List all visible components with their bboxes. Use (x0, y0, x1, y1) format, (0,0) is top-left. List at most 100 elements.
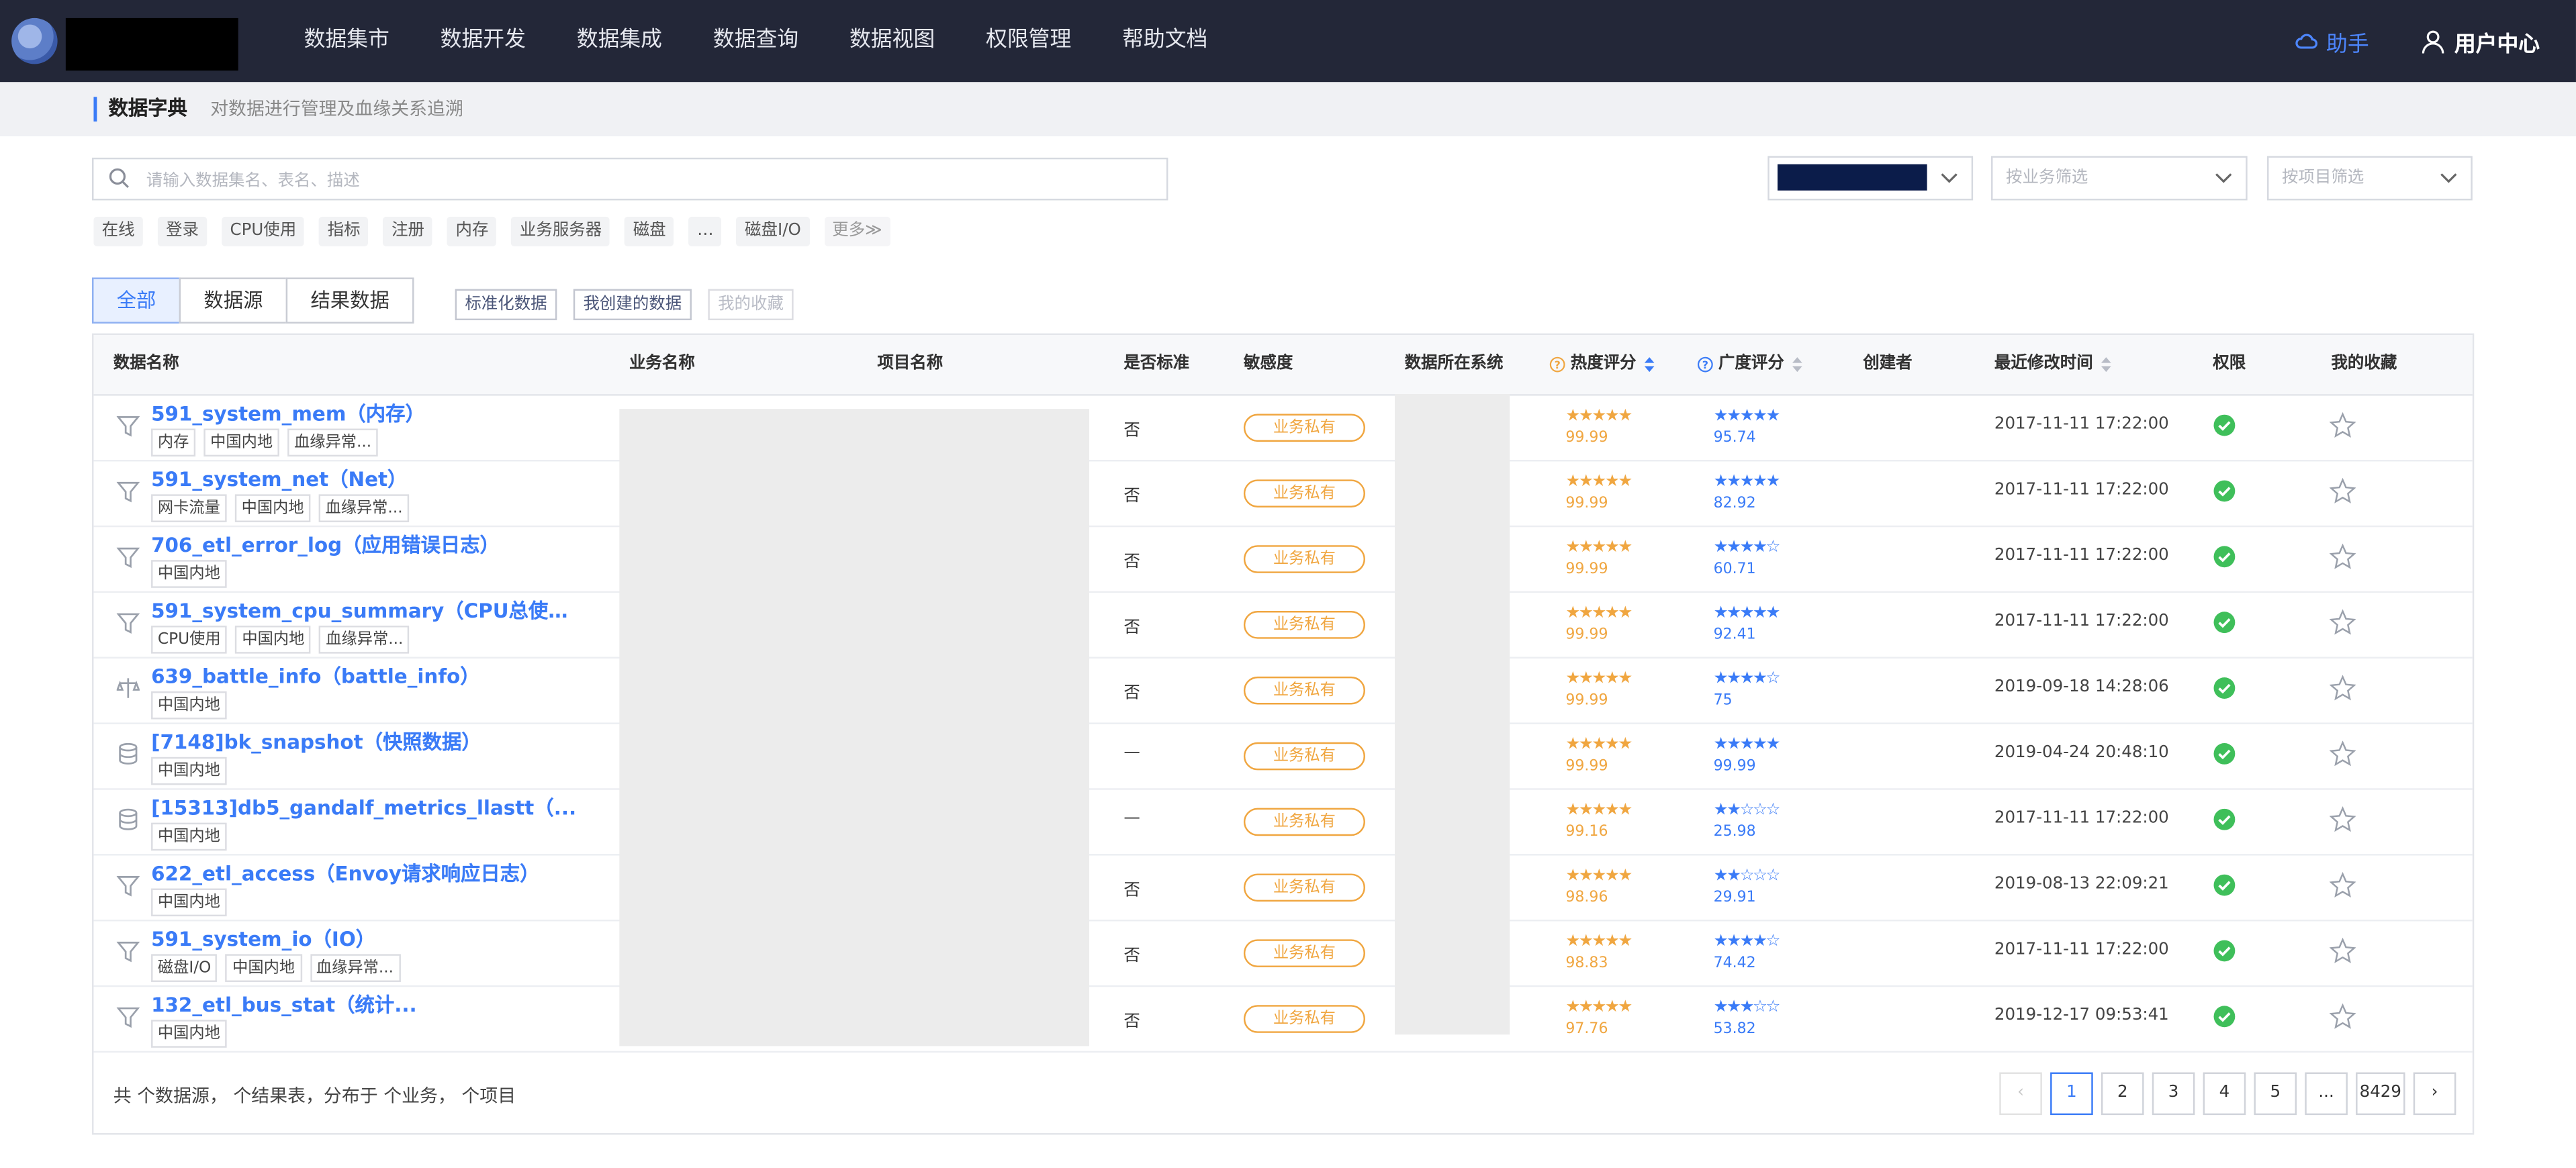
nav-item-market[interactable]: 数据集市 (304, 0, 389, 82)
nav-item-view[interactable]: 数据视图 (849, 0, 935, 82)
page-button[interactable]: 5 (2254, 1072, 2297, 1116)
dataset-name-link[interactable]: 591_system_cpu_summary（CPU总使用率） (151, 596, 582, 624)
row-tag[interactable]: 中国内地 (151, 822, 227, 851)
tag-disk[interactable]: 磁盘 (625, 216, 674, 246)
project-filter-select[interactable]: 按项目筛选 (2267, 156, 2473, 201)
breadth-stars: ★★★★☆ (1713, 538, 1781, 557)
page-button[interactable]: 2 (2101, 1072, 2144, 1116)
tab-result-data[interactable]: 结果数据 (285, 277, 414, 324)
col-mtime[interactable]: 最近修改时间 (1994, 335, 2113, 394)
star-outline-icon[interactable] (2329, 609, 2356, 636)
page-ellipsis[interactable]: ... (2305, 1072, 2348, 1116)
nav-item-help[interactable]: 帮助文档 (1122, 0, 1207, 82)
row-tag[interactable]: 中国内地 (151, 888, 227, 917)
user-center-button[interactable]: 用户中心 (2422, 26, 2540, 56)
tag-redacted[interactable]: … (688, 216, 722, 246)
dataset-name-link[interactable]: 639_battle_info（battle_info） (151, 662, 480, 690)
heat-score: 99.99 (1565, 759, 1608, 775)
filter-my-favorites[interactable]: 我的收藏 (708, 289, 794, 321)
row-tag[interactable]: 中国内地 (226, 954, 302, 982)
row-tag[interactable]: 中国内地 (151, 691, 227, 720)
sort-icon[interactable] (1791, 354, 1804, 374)
star-outline-icon[interactable] (2329, 806, 2356, 832)
col-permission: 权限 (2213, 354, 2246, 373)
star-outline-icon[interactable] (2329, 412, 2356, 438)
col-mtime-label: 最近修改时间 (1994, 354, 2093, 373)
tag-memory[interactable]: 内存 (447, 216, 497, 246)
row-tag[interactable]: 中国内地 (151, 1020, 227, 1048)
dataset-name-link[interactable]: 706_etl_error_log（应用错误日志） (151, 530, 500, 558)
row-tag[interactable]: 血缘异常... (287, 428, 378, 457)
sort-icon[interactable] (1643, 354, 1656, 374)
row-tag[interactable]: 中国内地 (151, 757, 227, 785)
row-tag[interactable]: 中国内地 (203, 428, 279, 457)
nav-item-integration[interactable]: 数据集成 (577, 0, 662, 82)
nav-item-query[interactable]: 数据查询 (713, 0, 798, 82)
dataset-name-link[interactable]: [15313]db5_gandalf_metrics_llastt（... (151, 793, 576, 822)
sensitivity-badge: 业务私有 (1243, 545, 1365, 573)
check-circle-icon (2213, 546, 2236, 568)
tag-register[interactable]: 注册 (383, 216, 433, 246)
dataset-name-link[interactable]: 591_system_net（Net） (151, 465, 407, 493)
page-button[interactable]: 1 (2050, 1072, 2093, 1116)
star-outline-icon[interactable] (2329, 675, 2356, 701)
star-outline-icon[interactable] (2329, 1003, 2356, 1030)
star-outline-icon[interactable] (2329, 937, 2356, 964)
row-tag[interactable]: 血缘异常... (318, 494, 410, 522)
dataset-name-link[interactable]: [7148]bk_snapshot（快照数据） (151, 728, 481, 756)
dataset-name-link[interactable]: 591_system_io（IO） (151, 924, 375, 953)
col-breadth-label: 广度评分 (1718, 354, 1784, 373)
dataset-name-link[interactable]: 591_system_mem（内存） (151, 399, 425, 427)
row-tag[interactable]: 中国内地 (151, 560, 227, 588)
prev-page-button[interactable]: ‹ (1999, 1072, 2042, 1116)
filter-standardized[interactable]: 标准化数据 (455, 289, 557, 321)
heat-score: 97.76 (1565, 1021, 1608, 1038)
row-tag[interactable]: 中国内地 (234, 494, 311, 522)
star-outline-icon[interactable] (2329, 477, 2356, 504)
next-page-button[interactable]: › (2413, 1072, 2456, 1116)
logo-icon[interactable] (11, 17, 58, 64)
star-outline-icon[interactable] (2329, 543, 2356, 570)
row-tag[interactable]: 中国内地 (235, 626, 312, 654)
filter-table-icon (116, 941, 140, 963)
help-icon[interactable]: ? (1697, 356, 1713, 373)
page-button[interactable]: 4 (2203, 1072, 2246, 1116)
row-tag[interactable]: 血缘异常... (319, 626, 410, 654)
tag-cpu[interactable]: CPU使用 (222, 216, 305, 246)
star-outline-icon[interactable] (2329, 740, 2356, 767)
filter-my-created[interactable]: 我创建的数据 (573, 289, 692, 321)
star-outline-icon[interactable] (2329, 872, 2356, 898)
row-tag[interactable]: CPU使用 (151, 626, 228, 654)
tag-metric[interactable]: 指标 (319, 216, 369, 246)
tag-more-button[interactable]: 更多≫ (823, 216, 890, 246)
nav-item-dev[interactable]: 数据开发 (441, 0, 526, 82)
assistant-button[interactable]: 助手 (2295, 26, 2369, 56)
chevron-down-icon (2440, 173, 2457, 183)
tab-all[interactable]: 全部 (91, 277, 181, 324)
row-tag[interactable]: 磁盘I/O (151, 954, 218, 982)
system-select[interactable] (1767, 156, 1974, 201)
tag-login[interactable]: 登录 (157, 216, 208, 246)
tab-datasource[interactable]: 数据源 (179, 277, 288, 324)
sort-icon[interactable] (2099, 354, 2113, 374)
search-input[interactable] (142, 159, 1136, 202)
row-tag[interactable]: 血缘异常... (310, 954, 400, 982)
tag-disk-io[interactable]: 磁盘I/O (736, 216, 809, 246)
dataset-name-link[interactable]: 132_etl_bus_stat（统计... (151, 990, 417, 1018)
page-button-last[interactable]: 8429 (2356, 1072, 2405, 1116)
business-filter-select[interactable]: 按业务筛选 (1991, 156, 2248, 201)
row-tag[interactable]: 网卡流量 (151, 494, 227, 522)
tag-online[interactable]: 在线 (93, 216, 143, 246)
col-data-name: 数据名称 (113, 354, 179, 373)
tag-biz-server[interactable]: 业务服务器 (511, 216, 610, 246)
col-heat[interactable]: ? 热度评分 (1549, 335, 1656, 394)
page-button[interactable]: 3 (2152, 1072, 2195, 1116)
help-icon[interactable]: ? (1549, 356, 1565, 373)
col-breadth[interactable]: ? 广度评分 (1697, 335, 1804, 394)
dataset-name-link[interactable]: 622_etl_access（Envoy请求响应日志） (151, 859, 539, 887)
row-tag[interactable]: 内存 (151, 428, 196, 457)
heat-stars: ★★★★★ (1565, 998, 1632, 1017)
breadth-stars: ★★★★☆ (1713, 932, 1781, 951)
is-standard: 否 (1123, 487, 1140, 506)
nav-item-permission[interactable]: 权限管理 (986, 0, 1071, 82)
